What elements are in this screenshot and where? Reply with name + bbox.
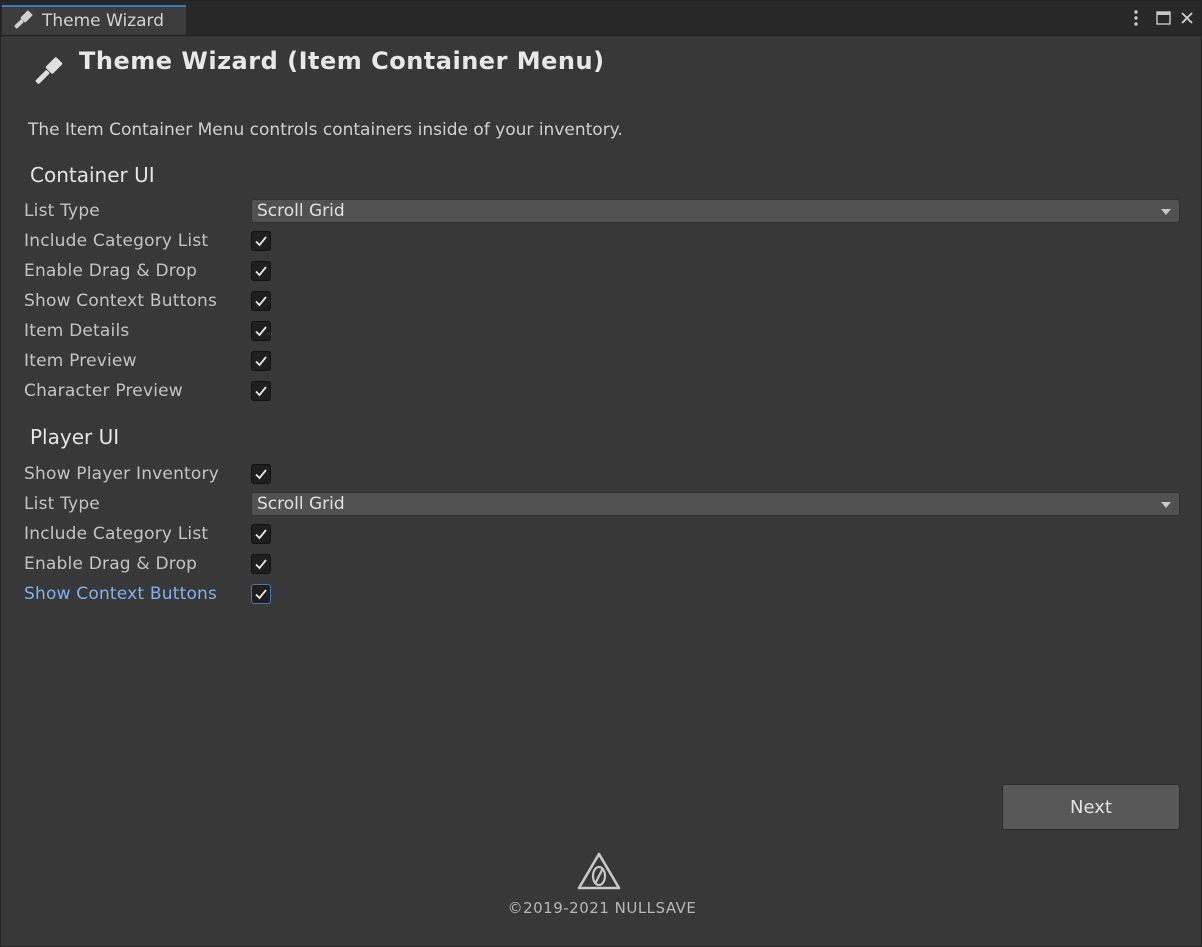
show-context-buttons-checkbox[interactable] (251, 291, 271, 311)
tab-title: Theme Wizard (42, 11, 165, 31)
theme-wizard-window: Theme Wizard Theme Wizard (Item Containe… (0, 0, 1202, 947)
enable-drag-drop-checkbox[interactable] (251, 261, 271, 281)
nullsave-logo-icon (577, 852, 621, 890)
checkmark-icon (255, 589, 267, 600)
include-category-list-checkbox[interactable] (251, 231, 271, 251)
close-icon[interactable] (1176, 7, 1198, 29)
maximize-icon[interactable] (1152, 7, 1174, 29)
section-heading-player-ui: Player UI (30, 425, 120, 449)
player-option-row: Show Context Buttons (24, 582, 1184, 608)
field-label: Item Details (24, 321, 130, 341)
page-title: Theme Wizard (Item Container Menu) (79, 47, 605, 75)
tab-bar: Theme Wizard (1, 1, 1201, 36)
chevron-down-icon (1161, 209, 1171, 215)
player-list-type-row: List Type Scroll Grid (24, 492, 1184, 518)
checkmark-icon (255, 356, 267, 367)
player-list-type-dropdown[interactable]: Scroll Grid (251, 492, 1180, 516)
player-enable-drag-drop-checkbox[interactable] (251, 554, 271, 574)
field-label: Show Player Inventory (24, 464, 219, 484)
field-label: Include Category List (24, 231, 209, 251)
item-preview-checkbox[interactable] (251, 351, 271, 371)
container-option-row: Item Preview (24, 349, 1184, 375)
field-label: Enable Drag & Drop (24, 554, 198, 574)
field-label: Character Preview (24, 381, 183, 401)
dropdown-value: Scroll Grid (257, 494, 345, 514)
container-list-type-dropdown[interactable]: Scroll Grid (251, 199, 1180, 223)
field-label: List Type (24, 494, 100, 514)
more-options-icon[interactable] (1125, 7, 1147, 29)
field-label: Show Context Buttons (24, 584, 218, 604)
checkmark-icon (255, 266, 267, 277)
field-label: Enable Drag & Drop (24, 261, 198, 281)
checkmark-icon (255, 236, 267, 247)
paintbrush-icon (35, 57, 63, 84)
player-include-category-list-checkbox[interactable] (251, 524, 271, 544)
next-button[interactable]: Next (1002, 784, 1180, 830)
copyright-text: ©2019-2021 NULLSAVE (507, 899, 697, 917)
container-option-row: Item Details (24, 319, 1184, 345)
checkmark-icon (255, 296, 267, 307)
checkmark-icon (255, 559, 267, 570)
checkmark-icon (255, 386, 267, 397)
tab-theme-wizard[interactable]: Theme Wizard (2, 5, 186, 35)
chevron-down-icon (1161, 502, 1171, 508)
checkmark-icon (255, 529, 267, 540)
container-option-row: Include Category List (24, 229, 1184, 255)
paintbrush-icon (14, 10, 33, 29)
item-details-checkbox[interactable] (251, 321, 271, 341)
field-label: Show Context Buttons (24, 291, 218, 311)
section-heading-container-ui: Container UI (30, 163, 155, 187)
field-label: Item Preview (24, 351, 137, 371)
page-description: The Item Container Menu controls contain… (28, 120, 623, 140)
container-option-row: Enable Drag & Drop (24, 259, 1184, 285)
checkmark-icon (255, 469, 267, 480)
container-option-row: Character Preview (24, 379, 1184, 405)
container-option-row: Show Context Buttons (24, 289, 1184, 315)
player-show-context-buttons-checkbox[interactable] (251, 584, 271, 604)
field-label: List Type (24, 201, 100, 221)
container-list-type-row: List Type Scroll Grid (24, 199, 1184, 225)
field-label: Include Category List (24, 524, 209, 544)
character-preview-checkbox[interactable] (251, 381, 271, 401)
player-option-row: Enable Drag & Drop (24, 552, 1184, 578)
player-show-inventory-row: Show Player Inventory (24, 462, 1184, 488)
player-option-row: Include Category List (24, 522, 1184, 548)
checkmark-icon (255, 326, 267, 337)
show-player-inventory-checkbox[interactable] (251, 464, 271, 484)
dropdown-value: Scroll Grid (257, 201, 345, 221)
